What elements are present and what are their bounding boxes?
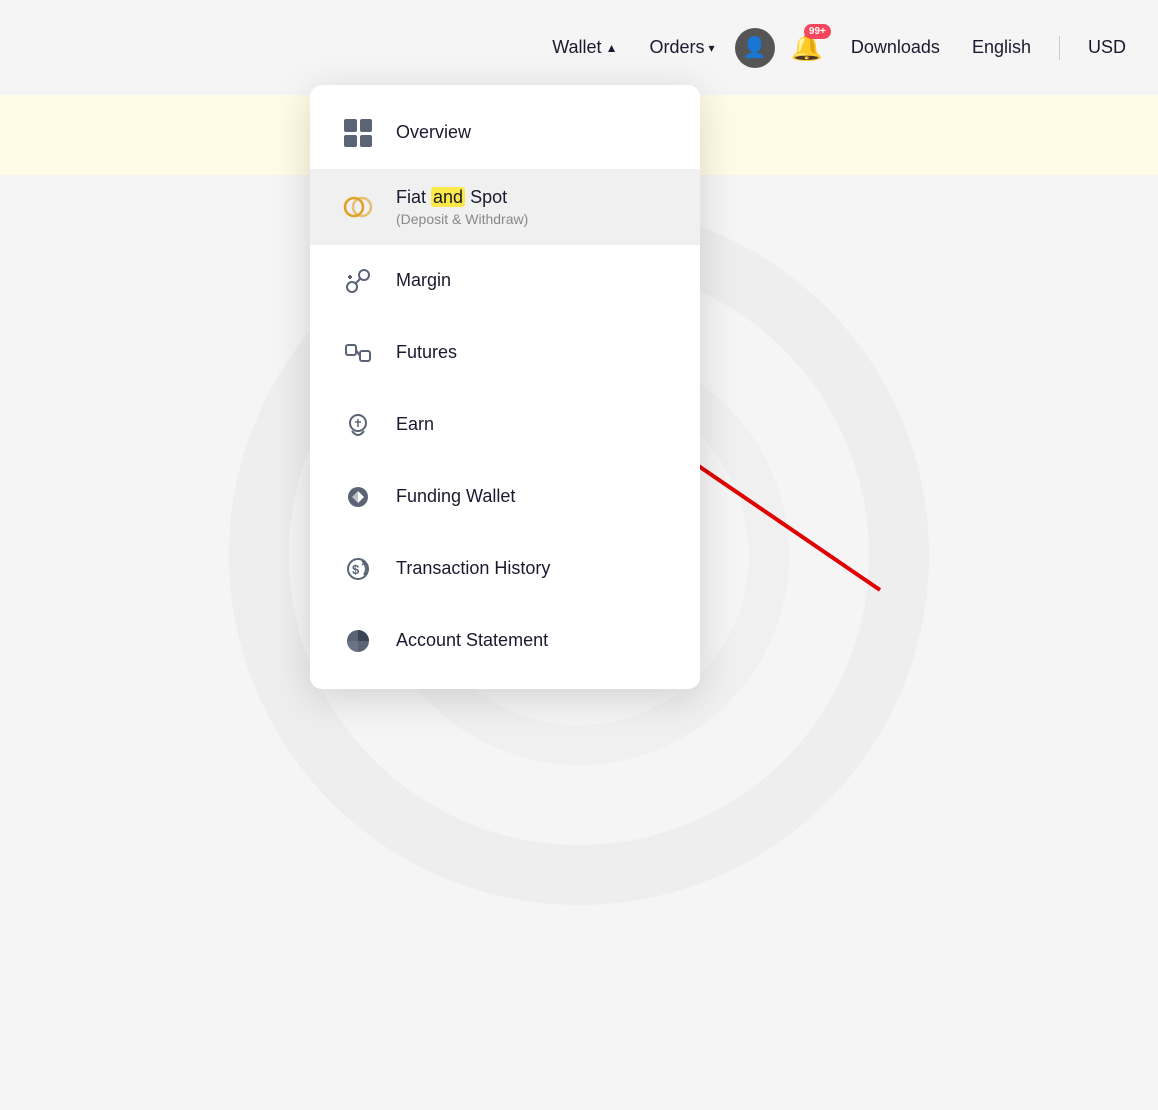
profile-icon-symbol: 👤 [742,35,767,60]
notification-badge: 99+ [804,24,831,39]
downloads-link[interactable]: Downloads [839,29,952,66]
transaction-history-text: Transaction History [396,558,550,580]
overview-icon [340,115,376,151]
notifications-bell[interactable]: 🔔 99+ [783,24,831,71]
svg-text:$: $ [352,562,360,577]
fiat-spot-label: Fiat and Spot [396,187,528,209]
menu-item-transaction-history[interactable]: $ Transaction History [310,533,700,605]
margin-text: Margin [396,270,451,292]
downloads-label: Downloads [851,37,940,58]
language-selector[interactable]: English [960,29,1043,66]
futures-icon [340,335,376,371]
currency-label: USD [1088,37,1126,58]
orders-menu[interactable]: Orders ▾ [637,29,726,66]
fiat-spot-text: Fiat and Spot (Deposit & Withdraw) [396,187,528,227]
earn-icon [340,407,376,443]
earn-label: Earn [396,414,434,436]
transaction-history-label: Transaction History [396,558,550,580]
nav-bar: Wallet ▲ Orders ▾ 👤 🔔 99+ Downloads Engl… [540,24,1138,71]
orders-arrow-icon: ▾ [708,41,714,55]
funding-wallet-text: Funding Wallet [396,486,515,508]
funding-wallet-label: Funding Wallet [396,486,515,508]
wallet-label: Wallet [552,37,601,58]
menu-item-earn[interactable]: Earn [310,389,700,461]
fiat-spot-sublabel: (Deposit & Withdraw) [396,211,528,227]
currency-selector[interactable]: USD [1076,29,1138,66]
menu-item-fiat-spot[interactable]: Fiat and Spot (Deposit & Withdraw) [310,169,700,245]
futures-text: Futures [396,342,457,364]
menu-item-futures[interactable]: Futures [310,317,700,389]
wallet-dropdown-menu: Overview Fiat and Spot (Deposit & Withdr… [310,85,700,689]
orders-label: Orders [649,37,704,58]
earn-text: Earn [396,414,434,436]
nav-divider [1059,36,1060,60]
profile-avatar[interactable]: 👤 [735,28,775,68]
transaction-history-icon: $ [340,551,376,587]
overview-label: Overview [396,122,471,144]
margin-label: Margin [396,270,451,292]
fiat-spot-icon [340,189,376,225]
account-statement-label: Account Statement [396,630,548,652]
overview-text: Overview [396,122,471,144]
account-statement-text: Account Statement [396,630,548,652]
wallet-arrow-icon: ▲ [606,41,618,55]
header: Wallet ▲ Orders ▾ 👤 🔔 99+ Downloads Engl… [0,0,1158,95]
menu-item-margin[interactable]: Margin [310,245,700,317]
funding-wallet-icon [340,479,376,515]
account-statement-icon [340,623,376,659]
menu-item-funding-wallet[interactable]: Funding Wallet [310,461,700,533]
margin-icon [340,263,376,299]
menu-item-overview[interactable]: Overview [310,97,700,169]
wallet-menu[interactable]: Wallet ▲ [540,29,629,66]
menu-item-account-statement[interactable]: Account Statement [310,605,700,677]
futures-label: Futures [396,342,457,364]
language-label: English [972,37,1031,58]
